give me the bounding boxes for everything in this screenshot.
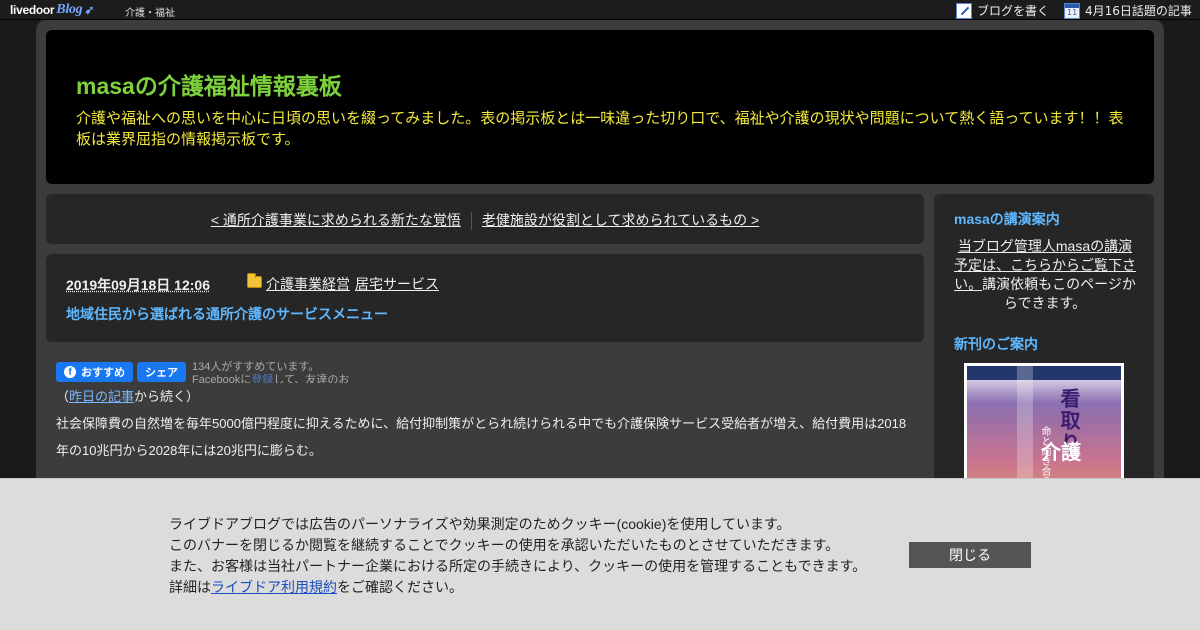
article-navigation: < 通所介護事業に求められる新たな覚悟 老健施設が役割として求められているもの > — [46, 194, 924, 244]
cookie-details-pre: 詳細は — [169, 579, 211, 595]
fb-recommend-count: 134人がすすめています。 Facebookに登録して、友達のお — [192, 361, 349, 383]
blog-header: masaの介護福祉情報裏板 介護や福祉への思いを中心に日頃の思いを綴ってみました… — [46, 30, 1154, 184]
cookie-line: 詳細はライブドア利用規約をご確認ください。 — [169, 577, 866, 598]
facebook-widget: f おすすめ シェア 134人がすすめています。 Facebookに登録して、友… — [56, 361, 349, 383]
logo-main-text: livedoor — [10, 3, 55, 17]
fb-signup-link[interactable]: 登録 — [251, 374, 273, 383]
write-blog-link[interactable]: ブログを書く — [956, 2, 1049, 19]
lecture-request-text: 講演依頼もこのページからできます。 — [982, 276, 1136, 311]
pencil-icon — [956, 2, 972, 19]
article-title[interactable]: 地域住民から選ばれる通所介護のサービスメニュー — [66, 304, 388, 324]
article-paragraph: 社会保障費の自然増を毎年5000億円程度に抑えるために、給付抑制策がとられ続けら… — [56, 416, 907, 458]
continued-note: （昨日の記事から続く） — [56, 383, 916, 410]
livedoor-topbar: livedoor Blog ➶ 介護・福祉 ブログを書く 11 4月16日話題の… — [0, 0, 1200, 20]
category-link[interactable]: 介護事業経営 — [266, 276, 350, 292]
write-blog-label: ブログを書く — [977, 4, 1050, 18]
book-stripe — [1017, 366, 1033, 490]
logo-sub-text: Blog — [56, 2, 83, 17]
fb-signup-post: して、友達のお — [273, 374, 350, 383]
book-word: 介護 — [1041, 440, 1081, 464]
previous-day-article-link[interactable]: 昨日の記事 — [69, 389, 134, 404]
cookie-details-post: をご確認ください。 — [337, 579, 463, 595]
fb-recommend-label: おすすめ — [81, 367, 125, 379]
book-cover[interactable]: 看取り 命と向き合う 介護 — [964, 363, 1124, 493]
bird-icon: ➶ — [84, 3, 95, 17]
article-categories: 介護事業経営 居宅サービス — [266, 274, 444, 294]
prev-article-link[interactable]: < 通所介護事業に求められる新たな覚悟 — [211, 212, 461, 228]
fb-share-label: シェア — [145, 367, 178, 379]
article-date[interactable]: 2019年09月18日 12:06 — [66, 275, 210, 295]
calendar-day: 11 — [1067, 7, 1078, 17]
facebook-icon: f — [64, 366, 76, 378]
blog-description: 介護や福祉への思いを中心に日頃の思いを綴ってみました。表の掲示板とは一味違った切… — [76, 110, 1124, 148]
fb-share-button[interactable]: シェア — [137, 362, 186, 382]
trending-label: 4月16日話題の記事 — [1085, 4, 1192, 18]
terms-of-use-link[interactable]: ライブドア利用規約 — [211, 579, 337, 595]
fb-signup-pre: Facebookに — [192, 374, 252, 383]
folder-icon — [247, 273, 262, 288]
continued-close: から続く） — [134, 389, 200, 404]
next-article-link[interactable]: 老健施設が役割として求められているもの > — [482, 212, 759, 228]
calendar-icon: 11 — [1064, 2, 1080, 19]
fb-recommend-button[interactable]: f おすすめ — [56, 362, 133, 382]
blog-title[interactable]: masaの介護福祉情報裏板 — [76, 67, 342, 101]
book-band — [967, 366, 1121, 380]
lecture-heading: masaの講演案内 — [954, 211, 1060, 227]
fb-count-text: 134人がすすめています。 — [192, 361, 320, 373]
nav-divider — [470, 212, 472, 231]
livedoor-blog-logo[interactable]: livedoor Blog ➶ — [10, 1, 94, 19]
fb-signup-text: Facebookに登録して、友達のお — [192, 374, 349, 383]
cookie-message: ライブドアブログでは広告のパーソナライズや効果測定のためクッキー(cookie)… — [169, 514, 866, 598]
cookie-line: このバナーを閉じるか閲覧を継続することでクッキーの使用を承認いただいたものとさせ… — [169, 537, 840, 553]
cookie-line: ライブドアブログでは広告のパーソナライズや効果測定のためクッキー(cookie)… — [169, 516, 791, 532]
topbar-category-link[interactable]: 介護・福祉 — [125, 4, 175, 19]
continued-open: （ — [56, 389, 70, 404]
cookie-consent-banner: ライブドアブログでは広告のパーソナライズや効果測定のためクッキー(cookie)… — [0, 478, 1200, 630]
cookie-line: また、お客様は当社パートナー企業における所定の手続きにより、クッキーの使用を管理… — [169, 558, 867, 574]
cookie-close-button[interactable]: 閉じる — [909, 542, 1031, 568]
lecture-info: 当ブログ管理人masaの講演予定は、こちらからご覧下さい。講演依頼もこのページか… — [954, 237, 1136, 313]
new-books-heading: 新刊のご案内 — [954, 336, 1038, 352]
trending-articles-link[interactable]: 11 4月16日話題の記事 — [1064, 2, 1192, 19]
category-link[interactable]: 居宅サービス — [355, 276, 439, 292]
article-header: 2019年09月18日 12:06 介護事業経営 居宅サービス 地域住民から選ばれ… — [46, 254, 924, 342]
